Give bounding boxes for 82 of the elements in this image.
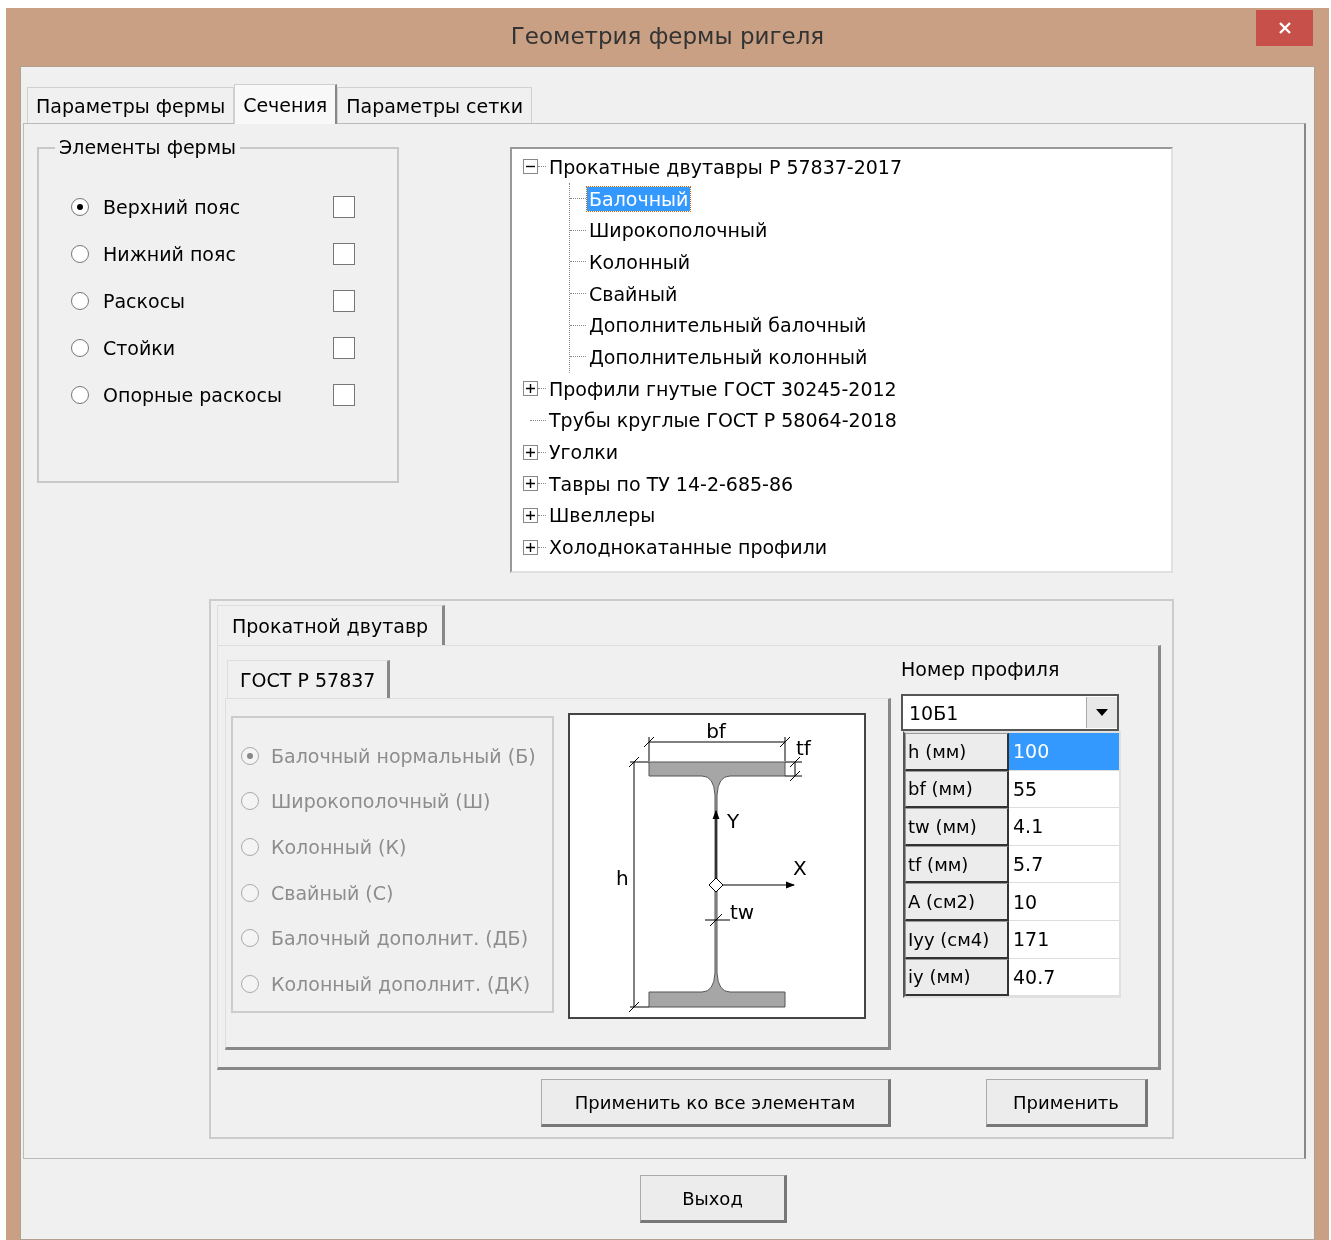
checkbox[interactable]: [333, 242, 355, 265]
tab[interactable]: ГОСТ Р 57837: [227, 660, 391, 698]
radio-label: Раскосы: [103, 289, 187, 312]
tree-item[interactable]: Трубы круглые ГОСТ Р 58064-2018: [547, 408, 899, 433]
radio-label: Широкополочный (Ш): [271, 790, 491, 813]
apply-button[interactable]: Применить: [986, 1079, 1148, 1127]
field-label: Номер профиля: [901, 658, 1060, 682]
table-cell[interactable]: 171: [1009, 920, 1119, 959]
centroid-marker: [708, 877, 724, 893]
collapse-icon[interactable]: [523, 159, 538, 175]
tab[interactable]: Параметры сетки: [337, 87, 533, 123]
tree-line: [538, 451, 546, 453]
close-button[interactable]: [1256, 10, 1313, 46]
radio-button[interactable]: [71, 291, 89, 310]
row-header: A (см2): [905, 883, 1009, 921]
radio-label: Верхний пояс: [103, 195, 242, 218]
expand-icon[interactable]: [523, 476, 538, 492]
radio-button[interactable]: [71, 385, 89, 404]
tree-line: [538, 483, 546, 485]
dimension-label: tf: [796, 736, 811, 760]
tree-line: [538, 546, 546, 548]
axis-label: Y: [727, 809, 740, 833]
row-header: h (мм): [905, 733, 1009, 771]
tree-item[interactable]: Профили гнутые ГОСТ 30245-2012: [547, 376, 899, 401]
radio-label: Нижний пояс: [103, 242, 237, 265]
tab[interactable]: Параметры фермы: [27, 87, 235, 123]
row-header: iy (мм): [905, 958, 1009, 997]
dimension-line: [704, 913, 731, 927]
dimension-label: tw: [730, 900, 755, 924]
tree-item[interactable]: Тавры по ТУ 14-2-685-86: [547, 471, 796, 496]
table-cell[interactable]: 10: [1009, 883, 1119, 921]
checkbox[interactable]: [333, 195, 355, 218]
radio-label: Свайный (С): [271, 881, 394, 904]
radio-button[interactable]: [71, 244, 89, 263]
checkbox[interactable]: [333, 289, 355, 312]
tree-item[interactable]: Прокатные двутавры Р 57837-2017: [547, 154, 905, 179]
row-header: tw (мм): [905, 808, 1009, 846]
tree-item[interactable]: Швеллеры: [547, 503, 658, 528]
profile-dropdown[interactable]: 10Б1: [901, 694, 1119, 731]
tree-line: [538, 166, 546, 168]
expand-icon[interactable]: [523, 539, 538, 555]
expand-icon[interactable]: [523, 444, 538, 460]
tree-item[interactable]: Дополнительный колонный: [587, 344, 870, 369]
radio-label: Опорные раскосы: [103, 383, 283, 406]
apply-all-button[interactable]: Применить ко все элементам: [541, 1079, 891, 1127]
tree-line: [538, 514, 546, 516]
axis-label: X: [793, 856, 807, 880]
table-cell[interactable]: 55: [1009, 770, 1119, 809]
radio-label: Колонный дополнит. (ДК): [271, 972, 531, 995]
checkbox[interactable]: [333, 383, 355, 406]
radio-button[interactable]: [71, 338, 89, 357]
row-header: tf (мм): [905, 845, 1009, 884]
tree-line: [530, 419, 546, 421]
tree-item[interactable]: Уголки: [547, 440, 621, 465]
tree-item[interactable]: Дополнительный балочный: [587, 313, 869, 338]
window-title: Геометрия фермы ригеля: [510, 23, 825, 49]
radio-label: Колонный (К): [271, 836, 407, 858]
table-cell[interactable]: 5.7: [1009, 845, 1119, 884]
expand-icon[interactable]: [523, 381, 538, 397]
row-header: bf (мм): [905, 770, 1009, 809]
tab[interactable]: Сечения: [234, 84, 338, 124]
radio-button[interactable]: [71, 197, 89, 216]
checkbox[interactable]: [333, 336, 355, 359]
radio-label: Стойки: [103, 336, 177, 359]
close-icon: [1276, 20, 1293, 36]
radio-label: Балочный нормальный (Б): [271, 744, 536, 767]
tree-item[interactable]: Широкополочный: [587, 218, 770, 243]
tree-item[interactable]: Свайный: [587, 281, 680, 306]
tab[interactable]: Прокатной двутавр: [217, 605, 446, 645]
row-header: Iyy (см4): [905, 920, 1009, 959]
expand-icon[interactable]: [523, 507, 538, 523]
tree-item[interactable]: Колонный: [587, 249, 693, 274]
exit-button[interactable]: Выход: [640, 1175, 787, 1223]
tree-item[interactable]: Холоднокатанные профили: [547, 535, 830, 560]
dimension-label: bf: [706, 719, 726, 743]
dimension-label: h: [616, 866, 629, 890]
dropdown-button[interactable]: [1086, 697, 1117, 728]
radio-label: Балочный дополнит. (ДБ): [271, 927, 529, 950]
tree-line: [538, 388, 546, 390]
table-cell[interactable]: 40.7: [1009, 958, 1119, 997]
caret-icon: [1096, 709, 1108, 716]
table-cell[interactable]: 4.1: [1009, 808, 1119, 846]
